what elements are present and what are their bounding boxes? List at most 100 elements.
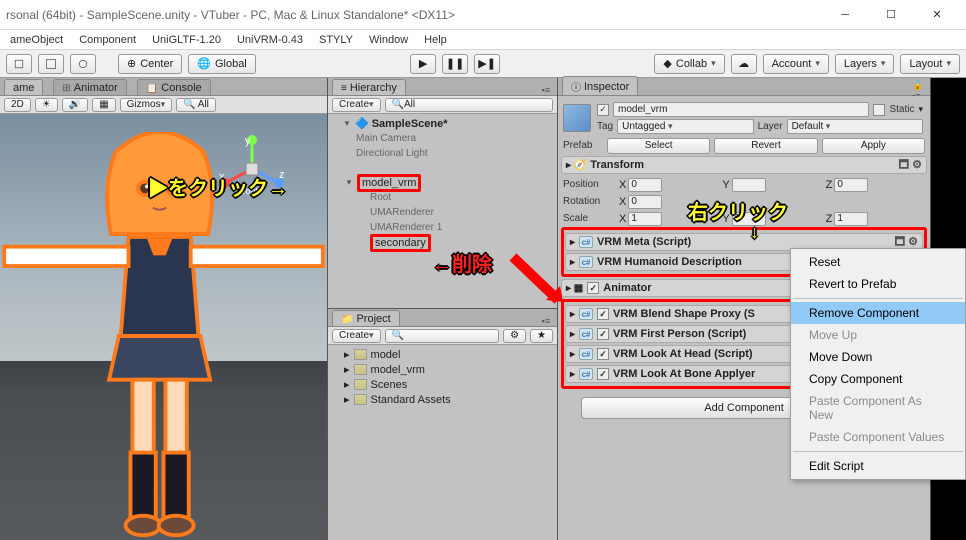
project-toolbar: Create 🔍 ⚙ ★ <box>328 327 557 345</box>
inspector-tab[interactable]: ⓘ Inspector <box>562 76 638 95</box>
ctx-moveup: Move Up <box>791 324 965 346</box>
ctx-remove[interactable]: Remove Component <box>791 302 965 324</box>
ctx-copy[interactable]: Copy Component <box>791 368 965 390</box>
animator-tab[interactable]: ⊞ Animator <box>53 79 126 95</box>
window-titlebar: rsonal (64bit) - SampleScene.unity - VTu… <box>0 0 966 30</box>
pos-x[interactable] <box>628 178 662 192</box>
menu-styly[interactable]: STYLY <box>313 32 359 48</box>
scene-panel: ame ⊞ Animator 📋 Console 2D ☀ 🔊 ▦ Gizmos… <box>0 78 328 540</box>
console-tab[interactable]: 📋 Console <box>137 79 211 95</box>
lighting-toggle[interactable]: ☀ <box>35 98 58 112</box>
object-name-field[interactable] <box>613 102 869 117</box>
toolbar: ⊕ Center 🌐 Global ▶ ❚❚ ▶❚ ◆ Collab ☁ Acc… <box>0 50 966 78</box>
project-panel: 📁 Project ▪≡ Create 🔍 ⚙ ★ ▸model ▸model_… <box>328 308 557 540</box>
hierarchy-model-vrm[interactable]: ▾model_vrm <box>328 175 557 190</box>
gizmos-dropdown[interactable]: Gizmos <box>120 98 172 112</box>
project-header: 📁 Project ▪≡ <box>328 309 557 327</box>
menu-help[interactable]: Help <box>418 32 453 48</box>
menu-component[interactable]: Component <box>73 32 142 48</box>
object-icon[interactable] <box>563 104 591 132</box>
menu-gameobject[interactable]: ameObject <box>4 32 69 48</box>
pos-z[interactable] <box>834 178 868 192</box>
2d-toggle[interactable]: 2D <box>4 98 31 112</box>
project-options[interactable]: ▪≡ <box>539 316 553 326</box>
project-filter[interactable]: ⚙ <box>503 329 526 343</box>
window-title: rsonal (64bit) - SampleScene.unity - VTu… <box>6 8 822 22</box>
ctx-revert[interactable]: Revert to Prefab <box>791 273 965 295</box>
ctx-pastenew: Paste Component As New <box>791 390 965 426</box>
hierarchy-item[interactable]: UMARenderer 1 <box>328 220 557 235</box>
cloud-button[interactable]: ☁ <box>731 54 757 74</box>
hierarchy-options[interactable]: ▪≡ <box>539 85 553 95</box>
hierarchy-item[interactable]: Directional Light <box>328 146 557 161</box>
transform-tool-button[interactable] <box>70 54 96 74</box>
hierarchy-panel: ≡ Hierarchy ▪≡ Create 🔍All ▾🔷SampleScene… <box>328 78 558 540</box>
hierarchy-create[interactable]: Create <box>332 98 381 112</box>
rotation-label: Rotation <box>563 196 615 207</box>
hierarchy-search[interactable]: 🔍All <box>385 98 553 112</box>
hierarchy-header: ≡ Hierarchy ▪≡ <box>328 78 557 96</box>
fx-toggle[interactable]: ▦ <box>92 98 115 112</box>
close-button[interactable]: ✕ <box>914 0 960 30</box>
collab-button[interactable]: ◆ Collab <box>654 54 724 74</box>
project-search[interactable]: 🔍 <box>385 329 500 343</box>
ctx-movedown[interactable]: Move Down <box>791 346 965 368</box>
inspector-lock[interactable]: 🔓▪≡ <box>912 85 926 95</box>
prefab-select-button[interactable]: Select <box>607 138 710 154</box>
account-button[interactable]: Account <box>763 54 829 74</box>
project-tree: ▸model ▸model_vrm ▸Scenes ▸Standard Asse… <box>328 345 557 540</box>
project-create[interactable]: Create <box>332 329 381 343</box>
maximize-button[interactable]: ☐ <box>868 0 914 30</box>
hierarchy-item[interactable]: UMARenderer <box>328 205 557 220</box>
static-checkbox[interactable] <box>873 104 885 116</box>
pos-y[interactable] <box>732 178 766 192</box>
rot-x[interactable] <box>628 195 662 209</box>
prefab-apply-button[interactable]: Apply <box>822 138 925 154</box>
game-tab[interactable]: ame <box>4 79 43 95</box>
menu-univrm[interactable]: UniVRM-0.43 <box>231 32 309 48</box>
hierarchy-tab[interactable]: ≡ Hierarchy <box>332 79 406 95</box>
rect-tool-button[interactable] <box>38 54 64 74</box>
hierarchy-item[interactable]: Root <box>328 190 557 205</box>
active-checkbox[interactable]: ✓ <box>597 104 609 116</box>
global-button[interactable]: 🌐 Global <box>188 54 256 74</box>
layout-button[interactable]: Layout <box>900 54 960 74</box>
step-button[interactable]: ▶❚ <box>474 54 500 74</box>
scl-z[interactable] <box>834 212 868 226</box>
scl-y[interactable] <box>732 212 766 226</box>
ctx-reset[interactable]: Reset <box>791 251 965 273</box>
hand-tool-button[interactable] <box>6 54 32 74</box>
layer-dropdown[interactable]: Default <box>787 119 923 134</box>
prefab-revert-button[interactable]: Revert <box>714 138 817 154</box>
scale-label: Scale <box>563 213 615 224</box>
context-menu: Reset Revert to Prefab Remove Component … <box>790 248 966 480</box>
tag-dropdown[interactable]: Untagged <box>617 119 753 134</box>
object-header: ✓ Static ▾ Tag Untagged Layer Default <box>561 99 927 137</box>
play-button[interactable]: ▶ <box>410 54 436 74</box>
menu-unigltf[interactable]: UniGLTF-1.20 <box>146 32 227 48</box>
ctx-edit[interactable]: Edit Script <box>791 455 965 477</box>
scene-root[interactable]: ▾🔷SampleScene* <box>328 116 557 131</box>
project-favorites[interactable]: ★ <box>530 329 553 343</box>
layers-button[interactable]: Layers <box>835 54 895 74</box>
scl-x[interactable] <box>628 212 662 226</box>
project-tab[interactable]: 📁 Project <box>332 310 400 326</box>
project-folder[interactable]: ▸model <box>328 347 557 362</box>
audio-toggle[interactable]: 🔊 <box>62 98 88 112</box>
project-folder[interactable]: ▸model_vrm <box>328 362 557 377</box>
minimize-button[interactable]: ─ <box>822 0 868 30</box>
search-scene[interactable]: 🔍 All <box>176 98 216 112</box>
hierarchy-tree: ▾🔷SampleScene* Main Camera Directional L… <box>328 114 557 308</box>
center-button[interactable]: ⊕ Center <box>118 54 182 74</box>
hierarchy-item[interactable]: Main Camera <box>328 131 557 146</box>
hierarchy-secondary[interactable]: secondary <box>328 235 557 250</box>
prefab-label: Prefab <box>563 140 603 151</box>
pause-button[interactable]: ❚❚ <box>442 54 468 74</box>
project-folder[interactable]: ▸Scenes <box>328 377 557 392</box>
scene-viewport[interactable]: y x z Front <box>0 114 327 540</box>
scene-tabs: ame ⊞ Animator 📋 Console <box>0 78 327 96</box>
gear-icon[interactable]: 🗖 ⚙ <box>899 156 922 175</box>
transform-component[interactable]: ▸ 🧭 Transform🗖 ⚙ <box>561 156 927 174</box>
project-folder[interactable]: ▸Standard Assets <box>328 392 557 407</box>
menu-window[interactable]: Window <box>363 32 414 48</box>
